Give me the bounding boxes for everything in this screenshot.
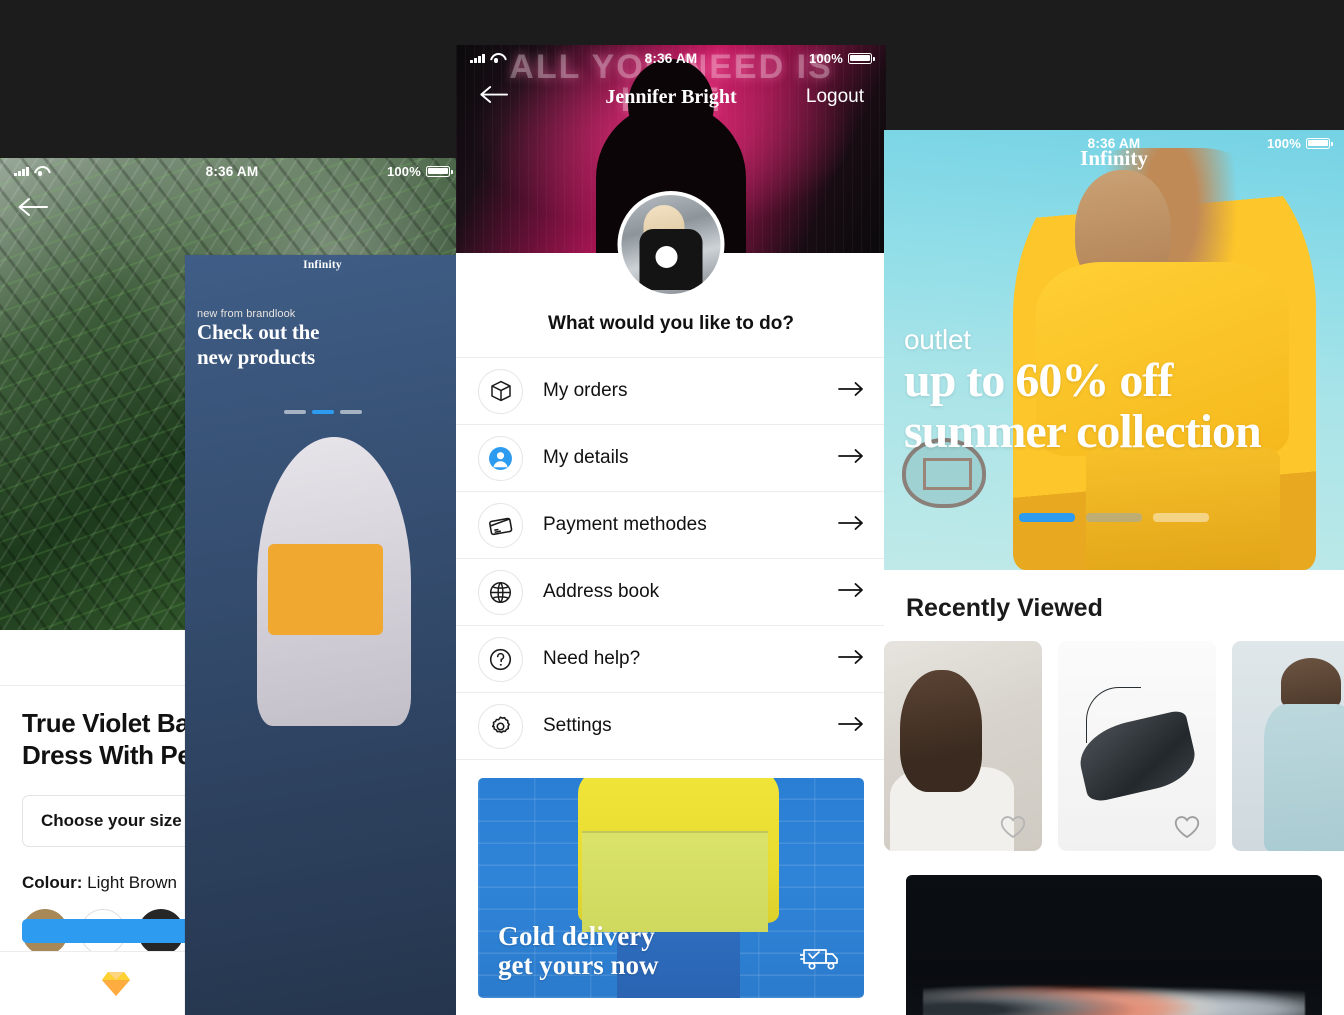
battery-percent: 100%: [808, 50, 843, 66]
carousel-dot-1[interactable]: [283, 410, 306, 414]
delivery-line-1: Gold delivery: [498, 920, 655, 951]
avatar[interactable]: [617, 191, 725, 298]
home-hero-banner[interactable]: 8:36 AM 100% Infinity outlet up to 60% o…: [884, 130, 1344, 570]
menu-item-label: Need help?: [543, 648, 641, 669]
hero-headline-line-2: summer collection: [904, 405, 1262, 459]
hero-headline-line-2: new products: [197, 345, 315, 370]
question-mark-icon: [478, 636, 523, 682]
category-grid-row-2: [185, 255, 460, 1015]
list-item[interactable]: [1232, 641, 1344, 851]
credit-card-icon: [478, 502, 523, 548]
back-arrow-icon[interactable]: [16, 196, 48, 223]
status-signal-group: [14, 166, 47, 176]
colour-label-prefix: Colour:: [22, 873, 83, 893]
delivery-banner[interactable]: Gold delivery get yours now: [478, 778, 864, 998]
menu-item-label: My orders: [543, 380, 628, 401]
size-select-label: Choose your size: [41, 811, 182, 831]
battery-icon: [848, 52, 875, 64]
hero-kicker: outlet: [904, 324, 971, 356]
menu-item-address-book[interactable]: Address book: [456, 559, 886, 626]
battery-percent: 100%: [386, 163, 421, 179]
logout-button[interactable]: Logout: [806, 86, 864, 108]
hero-kicker: new from brandlook: [197, 308, 296, 321]
gear-icon: [478, 703, 523, 749]
battery-icon: [1306, 137, 1333, 149]
status-battery-group: 100%: [1266, 135, 1333, 151]
wifi-icon: [490, 53, 503, 63]
phone-screen-account-menu: ALL YOU NEED IS LOVE 8:36 AM 100% Jennif…: [456, 45, 886, 1015]
arrow-right-icon: [838, 446, 864, 470]
globe-icon: [478, 569, 523, 615]
wifi-icon: [34, 166, 47, 176]
package-box-icon: [478, 368, 523, 414]
carousel-dot-2[interactable]: [1086, 513, 1142, 522]
signal-bars-icon: [470, 53, 485, 63]
hero-captions: new from brandlook Check out the new pro…: [197, 308, 319, 370]
arrow-right-icon: [838, 714, 864, 738]
list-item[interactable]: [884, 641, 1042, 851]
carousel-dot-2[interactable]: [311, 410, 334, 414]
promo-shoes-image: [922, 965, 1306, 1015]
status-bar: 8:36 AM 100%: [456, 45, 886, 71]
delivery-truck-icon: [799, 943, 844, 978]
menu-item-label: My details: [543, 447, 629, 468]
recently-viewed-title: Recently Viewed: [906, 594, 1103, 622]
account-nav-bar: Jennifer Bright Logout: [456, 75, 886, 119]
menu-item-label: Payment methodes: [543, 514, 707, 535]
status-bar: 8:36 AM 100%: [0, 158, 464, 184]
screenshot-stage: 8:36 AM 100% True Violet Bardot Dress Wi…: [0, 0, 1344, 1015]
carousel-dot-1[interactable]: [1019, 513, 1075, 522]
promo-banner-nike[interactable]: [906, 875, 1322, 1015]
recently-viewed-list[interactable]: [884, 641, 1344, 851]
hero-model-pants: [1086, 446, 1280, 570]
carousel-dot-3[interactable]: [1153, 513, 1209, 522]
hero-headline-line-1: up to 60% off: [904, 354, 1173, 408]
status-signal-group: [470, 53, 503, 63]
delivery-box: [582, 830, 768, 932]
menu-item-settings[interactable]: Settings: [456, 693, 886, 760]
menu-item-need-help[interactable]: Need help?: [456, 626, 886, 693]
menu-item-label: Address book: [543, 581, 660, 602]
carousel-indicator[interactable]: [884, 513, 1344, 522]
status-battery-group: 100%: [386, 163, 453, 179]
phone-screen-home-small: 8:36 AM 100% Infinity new from brandlook…: [185, 255, 460, 1015]
battery-icon: [426, 165, 453, 177]
menu-item-payment-methodes[interactable]: Payment methodes: [456, 492, 886, 559]
battery-percent: 100%: [1266, 135, 1301, 151]
avatar-logo: [655, 246, 678, 269]
heart-outline-icon[interactable]: [1174, 815, 1200, 839]
user-profile-icon: [478, 435, 523, 481]
list-item[interactable]: [1058, 641, 1216, 851]
carousel-indicator[interactable]: [185, 410, 460, 414]
menu-item-my-orders[interactable]: My orders: [456, 358, 886, 425]
hero-captions: outlet up to 60% off summer collection: [904, 324, 1262, 459]
delivery-line-2: get yours now: [498, 949, 659, 980]
carousel-dot-3[interactable]: [339, 410, 362, 414]
signal-bars-icon: [14, 166, 29, 176]
sketch-diamond-icon: [102, 971, 130, 996]
category-card-caps[interactable]: [185, 255, 460, 1015]
account-menu-list: My orders My details Payment methodes Ad…: [456, 357, 886, 760]
back-arrow-icon[interactable]: [478, 84, 508, 110]
menu-item-label: Settings: [543, 715, 612, 736]
status-battery-group: 100%: [808, 50, 875, 66]
arrow-right-icon: [838, 580, 864, 604]
hero-headline-line-1: Check out the: [197, 320, 320, 345]
brand-logo: Infinity: [303, 259, 342, 271]
arrow-right-icon: [838, 647, 864, 671]
product-image: [1232, 641, 1344, 851]
delivery-banner-text: Gold delivery get yours now: [498, 920, 659, 980]
heart-outline-icon[interactable]: [1000, 815, 1026, 839]
arrow-right-icon: [838, 379, 864, 403]
phone-screen-home-large: 8:36 AM 100% Infinity outlet up to 60% o…: [884, 130, 1344, 1015]
menu-item-my-details[interactable]: My details: [456, 425, 886, 492]
colour-value: Light Brown: [87, 873, 177, 893]
arrow-right-icon: [838, 513, 864, 537]
status-bar: 8:36 AM 100%: [884, 130, 1344, 156]
